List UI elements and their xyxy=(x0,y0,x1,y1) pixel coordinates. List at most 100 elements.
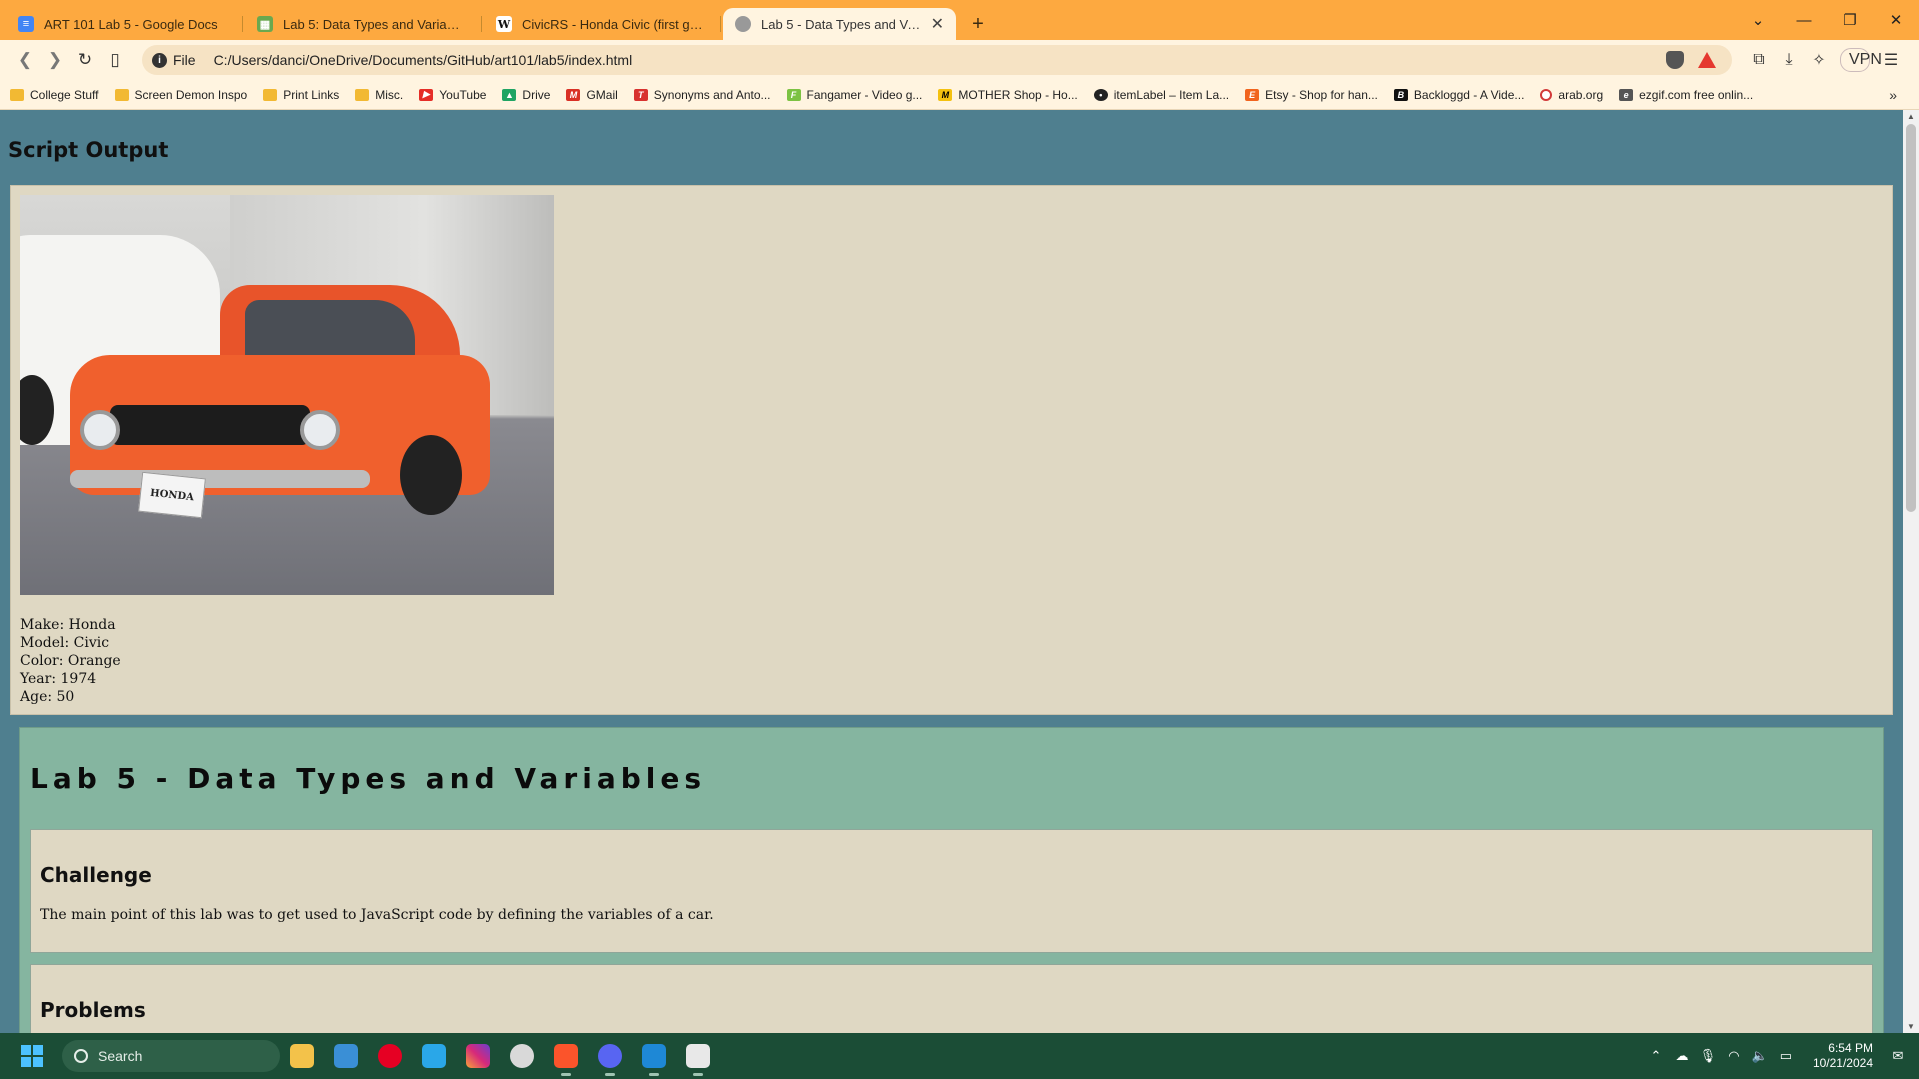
address-bar[interactable]: i File C:/Users/danci/OneDrive/Documents… xyxy=(142,45,1732,75)
brave-rewards-icon[interactable] xyxy=(1698,52,1716,68)
bookmark-print-links[interactable]: Print Links xyxy=(263,88,339,102)
info-icon[interactable]: i xyxy=(152,52,167,68)
photo-orange-car: HONDA xyxy=(70,285,510,519)
tab-google-docs[interactable]: ≡ ART 101 Lab 5 - Google Docs xyxy=(6,8,243,40)
bookmark-arab-org[interactable]: arab.org xyxy=(1540,88,1603,102)
bookmark-misc[interactable]: Misc. xyxy=(355,88,403,102)
bookmark-itemlabel[interactable]: • itemLabel – Item La... xyxy=(1093,88,1229,102)
taskbar-search[interactable]: Search xyxy=(62,1040,280,1072)
tab-title: Lab 5: Data Types and Variables xyxy=(283,16,466,32)
thesaurus-icon: T xyxy=(633,88,648,101)
honda-civic-photo: HONDA xyxy=(20,195,554,595)
script-output-panel: HONDA Make: Honda Model: Civic Color: Or… xyxy=(10,185,1893,715)
car-color: Color: Orange xyxy=(20,653,121,669)
reload-icon[interactable]: ↻ xyxy=(70,45,100,75)
brave-shields-icon[interactable] xyxy=(1666,51,1684,69)
mother-icon: M xyxy=(938,88,953,101)
lab-section: Lab 5 - Data Types and Variables Challen… xyxy=(19,727,1884,1033)
scroll-up-arrow-icon[interactable]: ▲ xyxy=(1903,112,1919,121)
close-window-button[interactable]: ✕ xyxy=(1873,11,1919,29)
folder-icon xyxy=(263,88,278,101)
extensions-icon[interactable]: ⧉ xyxy=(1744,51,1774,69)
tab-wikipedia[interactable]: W CivicRS - Honda Civic (first generat xyxy=(484,8,721,40)
url-text[interactable]: C:/Users/danci/OneDrive/Documents/GitHub… xyxy=(214,52,1666,68)
page-viewport: Script Output HONDA Make: Honda Model: C… xyxy=(0,110,1903,1033)
challenge-text: The main point of this lab was to get us… xyxy=(40,907,714,923)
microsoft-store-icon[interactable] xyxy=(324,1033,368,1079)
notes-icon[interactable] xyxy=(412,1033,456,1079)
leo-ai-icon[interactable]: ✧ xyxy=(1804,50,1834,70)
itemlabel-icon: • xyxy=(1093,88,1108,101)
challenge-heading: Challenge xyxy=(40,863,152,887)
arab-org-icon xyxy=(1540,88,1553,101)
etsy-icon: E xyxy=(1245,88,1260,101)
vpn-button[interactable]: VPN xyxy=(1840,48,1882,72)
drive-icon: ▲ xyxy=(502,88,517,101)
windows-taskbar: Search ⌃ ☁ 🎙 ◠ 🔈 ▭ 6:54 PM 10/21/2024 ✉ xyxy=(0,1033,1919,1079)
window-controls: ⌄ — ❐ ✕ xyxy=(1735,0,1919,40)
battery-icon[interactable]: ▭ xyxy=(1775,1048,1797,1064)
pinterest-icon[interactable] xyxy=(368,1033,412,1079)
chevron-double-right-icon[interactable]: » xyxy=(1889,87,1897,103)
problems-heading: Problems xyxy=(40,998,146,1022)
file-explorer-icon[interactable] xyxy=(280,1033,324,1079)
new-tab-button[interactable]: + xyxy=(964,8,992,40)
tab-strip: ≡ ART 101 Lab 5 - Google Docs ▦ Lab 5: D… xyxy=(0,0,1919,40)
bookmark-etsy[interactable]: E Etsy - Shop for han... xyxy=(1245,88,1378,102)
tab-lab5-active[interactable]: Lab 5 - Data Types and Variable ✕ xyxy=(723,8,956,40)
car-specs: Make: Honda Model: Civic Color: Orange Y… xyxy=(20,616,121,706)
car-age: Age: 50 xyxy=(20,689,75,705)
windows-logo-icon xyxy=(21,1045,43,1067)
onedrive-icon[interactable]: ☁ xyxy=(1671,1048,1693,1064)
bookmark-college-stuff[interactable]: College Stuff xyxy=(10,88,99,102)
tab-title: ART 101 Lab 5 - Google Docs xyxy=(44,16,218,32)
globe-icon xyxy=(735,16,751,32)
menu-icon[interactable]: ☰ xyxy=(1876,50,1906,70)
car-year: Year: 1974 xyxy=(20,671,97,687)
volume-icon[interactable]: 🔈 xyxy=(1749,1048,1771,1064)
ezgif-icon: e xyxy=(1619,88,1634,101)
wifi-icon[interactable]: ◠ xyxy=(1723,1048,1745,1064)
search-icon xyxy=(74,1049,88,1063)
license-plate: HONDA xyxy=(138,471,206,519)
forward-arrow-icon[interactable]: ❯ xyxy=(40,45,70,75)
vscode-icon[interactable] xyxy=(632,1033,676,1079)
bookmark-screen-demon-inspo[interactable]: Screen Demon Inspo xyxy=(114,88,247,102)
close-icon[interactable]: ✕ xyxy=(931,14,944,34)
backloggd-icon: B xyxy=(1393,88,1408,101)
vertical-scrollbar[interactable]: ▲ ▼ xyxy=(1903,110,1919,1033)
clock-time: 6:54 PM xyxy=(1828,1041,1873,1055)
bookmark-icon[interactable]: ▯ xyxy=(100,45,130,75)
brave-icon[interactable] xyxy=(544,1033,588,1079)
bookmark-backloggd[interactable]: B Backloggd - A Vide... xyxy=(1393,88,1524,102)
system-tray: ⌃ ☁ 🎙 ◠ 🔈 ▭ 6:54 PM 10/21/2024 ✉ xyxy=(1643,1033,1919,1079)
back-arrow-icon[interactable]: ❮ xyxy=(10,45,40,75)
start-button[interactable] xyxy=(10,1033,54,1079)
bookmark-fangamer[interactable]: F Fangamer - Video g... xyxy=(786,88,922,102)
bookmark-mother-shop[interactable]: M MOTHER Shop - Ho... xyxy=(938,88,1078,102)
copilot-icon[interactable] xyxy=(500,1033,544,1079)
script-output-heading: Script Output xyxy=(8,138,169,162)
discord-icon[interactable] xyxy=(588,1033,632,1079)
bookmark-thesaurus[interactable]: T Synonyms and Anto... xyxy=(633,88,771,102)
instagram-icon[interactable] xyxy=(456,1033,500,1079)
download-icon[interactable]: ⤓ xyxy=(1774,51,1804,69)
restore-button[interactable]: ❐ xyxy=(1827,11,1873,29)
bookmark-drive[interactable]: ▲ Drive xyxy=(502,88,550,102)
bookmark-youtube[interactable]: ▶ YouTube xyxy=(419,88,486,102)
tab-title: CivicRS - Honda Civic (first generat xyxy=(522,16,705,32)
bookmark-gmail[interactable]: M GMail xyxy=(566,88,618,102)
tab-canvas-lab[interactable]: ▦ Lab 5: Data Types and Variables xyxy=(245,8,482,40)
bookmark-ezgif[interactable]: e ezgif.com free onlin... xyxy=(1619,88,1753,102)
car-make: Make: Honda xyxy=(20,617,116,633)
chevron-up-icon[interactable]: ⌃ xyxy=(1645,1048,1667,1064)
notification-icon[interactable]: ✉ xyxy=(1887,1048,1909,1064)
scrollbar-thumb[interactable] xyxy=(1906,124,1916,512)
scroll-down-arrow-icon[interactable]: ▼ xyxy=(1903,1022,1919,1031)
snipping-tool-icon[interactable] xyxy=(676,1033,720,1079)
tab-search-icon[interactable]: ⌄ xyxy=(1735,11,1781,29)
clock[interactable]: 6:54 PM 10/21/2024 xyxy=(1813,1041,1873,1071)
problems-card: Problems xyxy=(30,964,1873,1033)
minimize-button[interactable]: — xyxy=(1781,12,1827,29)
microphone-icon[interactable]: 🎙 xyxy=(1697,1048,1719,1064)
